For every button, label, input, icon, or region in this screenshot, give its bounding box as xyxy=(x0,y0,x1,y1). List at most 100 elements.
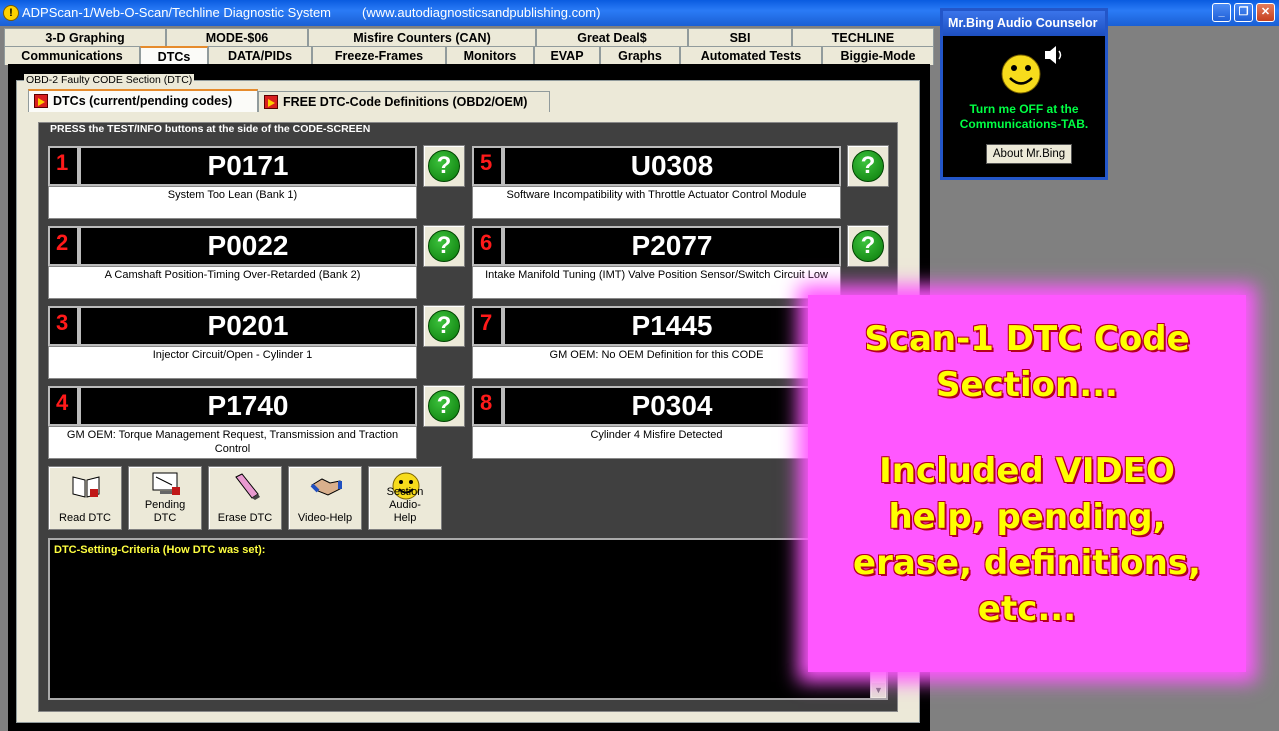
dtc-definition: GM OEM: Torque Management Request, Trans… xyxy=(48,426,417,459)
subtab-label: FREE DTC-Code Definitions (OBD2/OEM) xyxy=(283,95,528,109)
close-button[interactable]: ✕ xyxy=(1256,3,1275,22)
dtc-slot-4: 4 P1740 GM OEM: Torque Management Reques… xyxy=(48,386,417,459)
section-audio-help-label: Section Audio-Help xyxy=(386,486,424,524)
tab-dtcs[interactable]: DTCs xyxy=(140,46,208,65)
dtc-2-help-button[interactable]: ? xyxy=(423,225,465,267)
read-dtc-button[interactable]: Read DTC xyxy=(48,466,122,530)
minimize-button[interactable]: _ xyxy=(1212,3,1231,22)
flag-icon xyxy=(34,94,48,108)
dtc-1-help-button[interactable]: ? xyxy=(423,145,465,187)
dtc-number: 7 xyxy=(472,306,503,346)
dtc-number: 6 xyxy=(472,226,503,266)
question-icon: ? xyxy=(428,390,460,422)
dtc-number: 4 xyxy=(48,386,79,426)
promo-overlay: Scan-1 DTC Code Section... Included VIDE… xyxy=(808,295,1246,672)
mr-bing-message-line1: Turn me OFF at the xyxy=(969,102,1079,116)
mr-bing-message-line2: Communications-TAB. xyxy=(959,117,1089,131)
pending-dtc-label: Pending DTC xyxy=(144,499,186,524)
dtc-slot-7: 7 P1445 GM OEM: No OEM Definition for th… xyxy=(472,306,841,379)
book-icon xyxy=(70,471,102,501)
dtc-4-help-button[interactable]: ? xyxy=(423,385,465,427)
about-mr-bing-button[interactable]: About Mr.Bing xyxy=(986,144,1072,164)
tab-techline[interactable]: TECHLINE xyxy=(792,28,934,47)
code-screen-label: PRESS the TEST/INFO buttons at the side … xyxy=(48,123,373,135)
dtc-slot-5: 5 U0308 Software Incompatibility with Th… xyxy=(472,146,841,219)
erase-dtc-label: Erase DTC xyxy=(217,512,273,524)
dtc-definition: System Too Lean (Bank 1) xyxy=(48,186,417,219)
eraser-icon xyxy=(230,471,262,501)
read-dtc-label: Read DTC xyxy=(59,512,111,524)
dtc-6-help-button[interactable]: ? xyxy=(847,225,889,267)
subtab-dtcs-current[interactable]: DTCs (current/pending codes) xyxy=(28,89,258,112)
tab-monitors[interactable]: Monitors xyxy=(446,46,534,65)
dtc-number: 1 xyxy=(48,146,79,186)
video-help-label: Video-Help xyxy=(297,512,353,524)
tab-biggie-mode[interactable]: Biggie-Mode xyxy=(822,46,934,65)
dtc-code: P0171 xyxy=(79,146,417,186)
tab-sbi[interactable]: SBI xyxy=(688,28,792,47)
flag-icon xyxy=(264,95,278,109)
window-url: (www.autodiagnosticsandpublishing.com) xyxy=(362,5,601,20)
app-window: ! ADPScan-1/Web-O-Scan/Techline Diagnost… xyxy=(0,0,1279,731)
mr-bing-title: Mr.Bing Audio Counselor xyxy=(943,11,1105,36)
dtc-slot-2: 2 P0022 A Camshaft Position-Timing Over-… xyxy=(48,226,417,299)
question-icon: ? xyxy=(428,310,460,342)
dtc-slot-1: 1 P0171 System Too Lean (Bank 1) xyxy=(48,146,417,219)
subtab-free-definitions[interactable]: FREE DTC-Code Definitions (OBD2/OEM) xyxy=(258,91,550,112)
dtc-number: 3 xyxy=(48,306,79,346)
speaker-icon xyxy=(1043,43,1063,67)
tab-great-deals[interactable]: Great Deal$ xyxy=(536,28,688,47)
dtc-5-help-button[interactable]: ? xyxy=(847,145,889,187)
tab-mode-06[interactable]: MODE-$06 xyxy=(166,28,308,47)
tab-automated-tests[interactable]: Automated Tests xyxy=(680,46,822,65)
question-icon: ? xyxy=(852,230,884,262)
dtc-definition: Injector Circuit/Open - Cylinder 1 xyxy=(48,346,417,379)
monitor-icon xyxy=(150,471,182,501)
dtc-3-help-button[interactable]: ? xyxy=(423,305,465,347)
mr-bing-window: Mr.Bing Audio Counselor Turn me OFF at t… xyxy=(940,8,1108,180)
tab-communications[interactable]: Communications xyxy=(4,46,140,65)
tab-misfire-counters[interactable]: Misfire Counters (CAN) xyxy=(308,28,536,47)
criteria-label: DTC-Setting-Criteria (How DTC was set): xyxy=(54,544,266,556)
dtc-definition: Software Incompatibility with Throttle A… xyxy=(472,186,841,219)
overlay-line: Section... xyxy=(936,365,1118,405)
dtc-code: P0022 xyxy=(79,226,417,266)
tab-graphs[interactable]: Graphs xyxy=(600,46,680,65)
dtc-code: P1740 xyxy=(79,386,417,426)
tab-freeze-frames[interactable]: Freeze-Frames xyxy=(312,46,446,65)
mr-bing-message: Turn me OFF at the Communications-TAB. xyxy=(943,102,1105,132)
pending-dtc-button[interactable]: Pending DTC xyxy=(128,466,202,530)
dtc-code: U0308 xyxy=(503,146,841,186)
dtc-definition: Intake Manifold Tuning (IMT) Valve Posit… xyxy=(472,266,841,299)
maximize-button[interactable]: ❐ xyxy=(1234,3,1253,22)
question-icon: ? xyxy=(428,230,460,262)
group-label: OBD-2 Faulty CODE Section (DTC) xyxy=(24,74,195,86)
dtc-number: 5 xyxy=(472,146,503,186)
handshake-icon xyxy=(310,471,342,501)
video-help-button[interactable]: Video-Help xyxy=(288,466,362,530)
dtc-code: P0304 xyxy=(503,386,841,426)
question-icon: ? xyxy=(852,150,884,182)
app-icon: ! xyxy=(3,5,19,21)
dtc-slot-3: 3 P0201 Injector Circuit/Open - Cylinder… xyxy=(48,306,417,379)
erase-dtc-button[interactable]: Erase DTC xyxy=(208,466,282,530)
tab-3d-graphing[interactable]: 3-D Graphing xyxy=(4,28,166,47)
tab-evap[interactable]: EVAP xyxy=(534,46,600,65)
question-icon: ? xyxy=(428,150,460,182)
dtc-criteria-box[interactable]: DTC-Setting-Criteria (How DTC was set): … xyxy=(48,538,888,700)
scroll-down-arrow-icon[interactable]: ▼ xyxy=(872,683,885,697)
dtc-number: 2 xyxy=(48,226,79,266)
dtc-number: 8 xyxy=(472,386,503,426)
dtc-slot-8: 8 P0304 Cylinder 4 Misfire Detected xyxy=(472,386,841,459)
window-title: ADPScan-1/Web-O-Scan/Techline Diagnostic… xyxy=(22,5,331,20)
tab-data-pids[interactable]: DATA/PIDs xyxy=(208,46,312,65)
section-audio-help-button[interactable]: Section Audio-Help xyxy=(368,466,442,530)
dtc-code: P1445 xyxy=(503,306,841,346)
dtc-slot-6: 6 P2077 Intake Manifold Tuning (IMT) Val… xyxy=(472,226,841,299)
dtc-definition: GM OEM: No OEM Definition for this CODE xyxy=(472,346,841,379)
dtc-definition: Cylinder 4 Misfire Detected xyxy=(472,426,841,459)
dtc-code: P2077 xyxy=(503,226,841,266)
overlay-line: Included VIDEO xyxy=(879,451,1175,491)
overlay-line: help, pending, xyxy=(888,497,1166,537)
overlay-line: Scan-1 DTC Code xyxy=(864,319,1190,359)
